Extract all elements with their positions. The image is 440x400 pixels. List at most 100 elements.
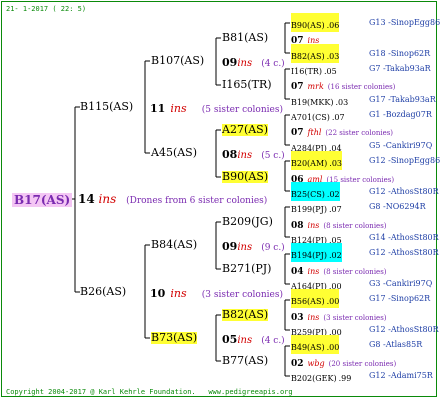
gen3-ins: ins <box>237 242 253 253</box>
gen1-count: 10 <box>150 287 166 300</box>
gen3-ins: ins <box>237 335 253 346</box>
gen3-node-0[interactable]: B81(AS) <box>222 32 268 44</box>
gen4-ancestor-ref[interactable]: G14 -AthosSt80R <box>369 232 439 244</box>
gen4-ancestor-year: .02 <box>328 251 342 260</box>
gen2-node-1[interactable]: A45(AS) <box>151 147 197 159</box>
site-link[interactable]: www.pedigreeapis.org <box>208 388 292 396</box>
gen4-ancestor-label[interactable]: B49(AS) <box>291 343 325 352</box>
gen3-count: 09 <box>222 240 238 253</box>
gen3-count: 08 <box>222 148 238 161</box>
gen4-ancestor-year: .07 <box>328 205 342 214</box>
gen3-node-4[interactable]: B209(JG) <box>222 216 273 228</box>
gen4-ancestor-ref[interactable]: G17 -Takab93aR <box>369 94 436 106</box>
gen4-ancestor-ref[interactable]: G12 -AthosSt80R <box>369 324 439 336</box>
gen3-note: (4 c.) <box>261 336 285 346</box>
gen1-ins: ins <box>170 287 187 300</box>
gen4-highlight: B202(GEK) .99 <box>291 366 351 385</box>
gen4-ancestor-ref[interactable]: G7 -Takab93aR <box>369 63 431 75</box>
gen4-ancestor-year: .05 <box>323 67 337 76</box>
gen4-ancestor-ref[interactable]: G3 -Cankiri97Q <box>369 278 432 290</box>
gen1-note: (5 sister colonies) <box>201 105 283 115</box>
gen4-ancestor-label[interactable]: B202(GEK) <box>291 374 337 383</box>
gen1-summary-1: 10 ins (3 sister colonies) <box>150 286 283 301</box>
gen3-summary-0: 09ins (4 c.) <box>222 55 285 70</box>
gen4-ancestor-ref[interactable]: G8 -NO6294R <box>369 201 426 213</box>
gen4-highlight: B56(AS) .00 <box>291 289 340 308</box>
gen4-highlight: B90(AS) .06 <box>291 13 340 32</box>
root-count: 14 <box>78 192 95 206</box>
gen4-ancestor-label[interactable]: B194(PJ) <box>291 251 327 260</box>
gen4-ancestor-ref[interactable]: G12 -AthosSt80R <box>369 247 439 259</box>
gen4-ancestor-label[interactable]: B20(AM) <box>291 159 327 168</box>
gen3-count: 05 <box>222 333 238 346</box>
gen1-summary-0: 11 ins (5 sister colonies) <box>150 101 283 116</box>
gen4-highlight: I16(TR) .05 <box>291 59 337 78</box>
gen1-node-0[interactable]: B115(AS) <box>80 101 133 113</box>
gen4-highlight: A701(CS) .07 <box>291 105 345 124</box>
gen4-highlight: B49(AS) .00 <box>291 335 340 354</box>
gen2-node-3[interactable]: B73(AS) <box>151 332 198 344</box>
root-note: (Drones from 6 sister colonies) <box>126 196 268 206</box>
gen3-note: (5 c.) <box>261 151 285 161</box>
gen4-ancestor-ref[interactable]: G5 -Cankiri97Q <box>369 140 432 152</box>
gen4-highlight: B199(PJ) .07 <box>291 197 342 216</box>
gen2-node-0[interactable]: B107(AS) <box>151 55 204 67</box>
gen4-ancestor-label[interactable]: B90(AS) <box>291 21 325 30</box>
gen3-node-1[interactable]: I165(TR) <box>222 79 272 91</box>
gen4-ancestor-row: B56(AS) .00 G17 -Sinop62R <box>291 289 430 308</box>
gen3-note: (9 c.) <box>261 243 285 253</box>
gen4-ancestor-ref[interactable]: G1 -Bozdag07R <box>369 109 432 121</box>
gen3-node-2[interactable]: A27(AS) <box>222 124 269 136</box>
gen4-ancestor-label[interactable]: A701(CS) <box>291 113 330 122</box>
gen4-ancestor-row: B194(PJ) .02 G12 -AthosSt80R <box>291 243 439 262</box>
gen4-ancestor-ref[interactable]: G18 -Sinop62R <box>369 48 430 60</box>
gen4-highlight: B194(PJ) .02 <box>291 243 342 262</box>
gen4-ancestor-year: .03 <box>329 159 343 168</box>
gen1-count: 11 <box>150 102 166 115</box>
header-date: 21- 1-2017 ( 22: 5) <box>6 5 87 13</box>
gen3-node-3[interactable]: B90(AS) <box>222 171 269 183</box>
copyright-text: Copyright 2004-2017 @ Karl Kehrle Founda… <box>6 388 196 396</box>
gen3-summary-6: 05ins (4 c.) <box>222 332 285 347</box>
gen3-ins: ins <box>237 58 253 69</box>
gen4-ancestor-label[interactable]: B199(PJ) <box>291 205 327 214</box>
gen4-ancestor-ref[interactable]: G17 -Sinop62R <box>369 293 430 305</box>
gen3-note: (4 c.) <box>261 59 285 69</box>
gen2-node-2[interactable]: B84(AS) <box>151 239 197 251</box>
gen1-note: (3 sister colonies) <box>201 290 283 300</box>
gen4-ancestor-label[interactable]: I16(TR) <box>291 67 322 76</box>
gen3-node-6[interactable]: B82(AS) <box>222 309 269 321</box>
root-node[interactable]: B17(AS) <box>12 193 80 207</box>
gen4-ancestor-row: I16(TR) .05 G7 -Takab93aR <box>291 63 431 78</box>
gen3-node-7[interactable]: B77(AS) <box>222 355 268 367</box>
gen4-ancestor-ref[interactable]: G8 -Atlas85R <box>369 339 422 351</box>
gen1-ins: ins <box>170 102 187 115</box>
root-label: B17(AS) <box>12 193 73 207</box>
gen4-ancestor-year: .99 <box>338 374 352 383</box>
root-summary: 14 ins (Drones from 6 sister colonies) <box>78 193 267 207</box>
gen4-ancestor-row: B199(PJ) .07 G8 -NO6294R <box>291 201 426 216</box>
gen4-ancestor-row: B90(AS) .06 G13 -SinopEgg86R <box>291 13 440 32</box>
gen3-summary-4: 09ins (9 c.) <box>222 239 285 254</box>
gen3-count: 09 <box>222 56 238 69</box>
gen4-highlight: B20(AM) .03 <box>291 151 343 170</box>
footer-copyright: Copyright 2004-2017 @ Karl Kehrle Founda… <box>6 386 293 398</box>
gen4-ancestor-label[interactable]: B56(AS) <box>291 297 325 306</box>
gen4-ancestor-ref[interactable]: G12 -AthosSt80R <box>369 186 439 198</box>
gen4-ancestor-row: B20(AM) .03 G12 -SinopEgg86R <box>291 151 440 170</box>
gen3-summary-2: 08ins (5 c.) <box>222 147 285 162</box>
gen4-ancestor-year: .07 <box>331 113 345 122</box>
gen3-node-5[interactable]: B271(PJ) <box>222 263 271 275</box>
gen4-ancestor-ref[interactable]: G12 -SinopEgg86R <box>369 155 440 167</box>
root-ins: ins <box>98 192 117 206</box>
gen4-ancestor-year: .06 <box>326 21 340 30</box>
gen3-ins: ins <box>237 150 253 161</box>
gen4-ancestor-row: A701(CS) .07 G1 -Bozdag07R <box>291 109 432 124</box>
gen4-ancestor-ref[interactable]: G12 -Adami75R <box>369 370 433 382</box>
gen4-ancestor-ref[interactable]: G13 -SinopEgg86R <box>369 17 440 29</box>
gen4-ancestor-year: .00 <box>326 297 340 306</box>
gen4-ancestor-year: .00 <box>326 343 340 352</box>
gen4-ancestor-row: B202(GEK) .99 G12 -Adami75R <box>291 370 433 385</box>
gen1-node-1[interactable]: B26(AS) <box>80 286 126 298</box>
gen4-ancestor-row: B49(AS) .00 G8 -Atlas85R <box>291 335 422 354</box>
